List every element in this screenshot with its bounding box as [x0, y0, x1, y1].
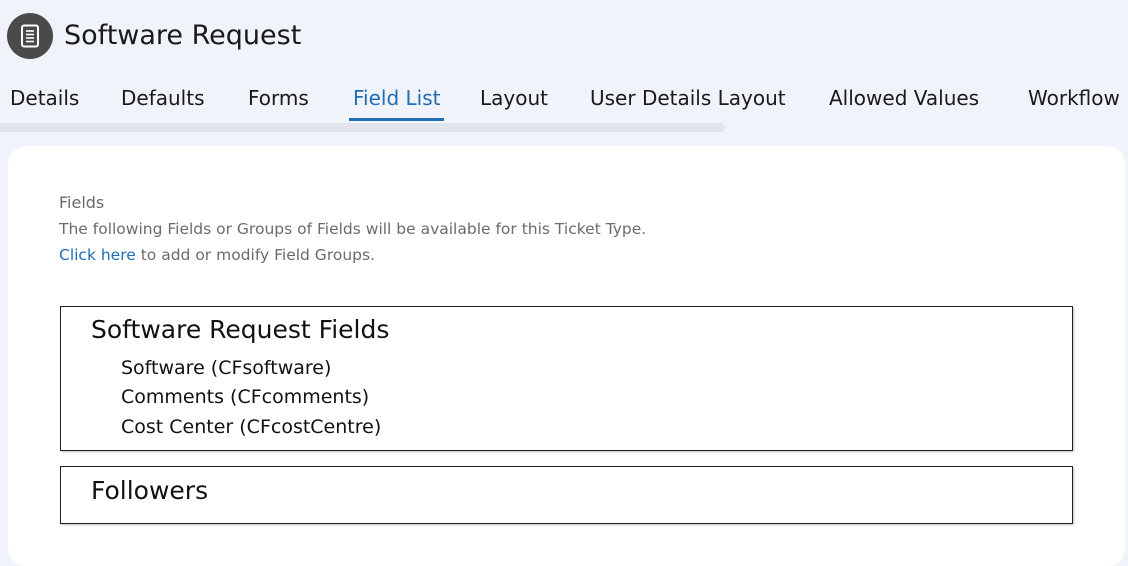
field-groups-link-line: Click here to add or modify Field Groups…	[59, 246, 375, 264]
field-group-title: Software Request Fields	[91, 315, 390, 344]
field-item-cost-center: Cost Center (CFcostCentre)	[121, 416, 382, 438]
active-tab-indicator	[349, 118, 444, 121]
field-group-followers: Followers	[60, 466, 1073, 524]
tab-scrollbar[interactable]	[0, 123, 725, 132]
tab-defaults[interactable]: Defaults	[121, 86, 205, 120]
field-item-software: Software (CFsoftware)	[121, 357, 332, 379]
tab-layout[interactable]: Layout	[480, 86, 548, 120]
tab-details[interactable]: Details	[10, 86, 79, 120]
tab-bar: Details Defaults Forms Field List Layout…	[0, 82, 1128, 124]
fields-heading: Fields	[59, 193, 105, 212]
tab-forms[interactable]: Forms	[248, 86, 309, 120]
fields-description: The following Fields or Groups of Fields…	[59, 220, 647, 238]
field-item-comments: Comments (CFcomments)	[121, 386, 370, 408]
tab-workflow[interactable]: Workflow	[1028, 86, 1120, 120]
tab-user-details-layout[interactable]: User Details Layout	[590, 86, 786, 120]
field-group-title: Followers	[91, 476, 209, 505]
field-groups-link[interactable]: Click here	[59, 246, 136, 264]
tab-field-list[interactable]: Field List	[353, 86, 440, 120]
page-title: Software Request	[64, 20, 302, 51]
field-group-software-request: Software Request Fields Software (CFsoft…	[60, 306, 1073, 451]
field-groups-link-suffix: to add or modify Field Groups.	[135, 246, 376, 264]
list-document-icon	[7, 13, 53, 59]
page-header: Software Request	[0, 0, 1128, 76]
tab-allowed-values[interactable]: Allowed Values	[829, 86, 979, 120]
